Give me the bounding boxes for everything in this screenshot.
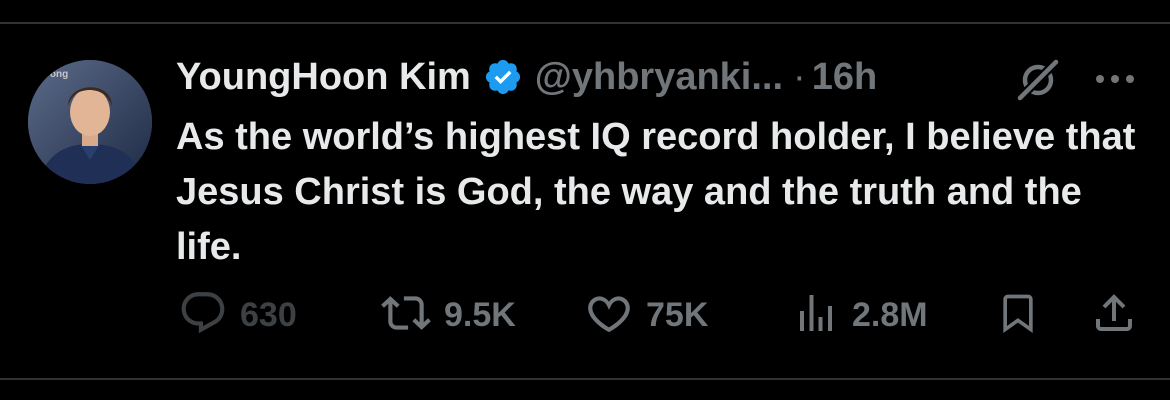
heart-icon [584,288,634,343]
retweet-icon [380,288,432,343]
views-count: 2.8M [852,295,928,334]
timestamp[interactable]: 16h [812,56,877,99]
bottom-divider [0,378,1170,380]
author-name[interactable]: YoungHoon Kim [176,56,471,99]
views-icon [792,288,840,343]
reply-icon [178,288,228,343]
reply-button[interactable]: 630 [178,290,297,340]
bookmark-button[interactable] [996,290,1040,340]
grok-icon[interactable] [1014,56,1062,104]
like-button[interactable]: 75K [584,290,708,340]
top-divider [0,22,1170,24]
share-icon [1090,288,1138,343]
tweet-actions: 630 9.5K 75K 2.8M [0,290,1170,340]
verified-badge-icon[interactable] [483,57,523,97]
avatar-badge-text: rong [46,69,68,80]
author-handle[interactable]: @yhbryanki... [535,56,783,99]
avatar[interactable]: rong [28,60,152,184]
views-button[interactable]: 2.8M [792,290,928,340]
retweet-count: 9.5K [444,295,516,334]
tweet-header: YoungHoon Kim @yhbryanki... · 16h [176,52,877,102]
tweet-text: As the world’s highest IQ record holder,… [176,116,1136,268]
more-icon[interactable] [1090,64,1140,94]
share-button[interactable] [1090,290,1138,340]
avatar-image: rong [28,60,152,184]
bookmark-icon [996,288,1040,343]
separator-dot: · [793,55,806,98]
reply-count: 630 [240,295,297,334]
retweet-button[interactable]: 9.5K [380,290,516,340]
like-count: 75K [646,295,709,334]
